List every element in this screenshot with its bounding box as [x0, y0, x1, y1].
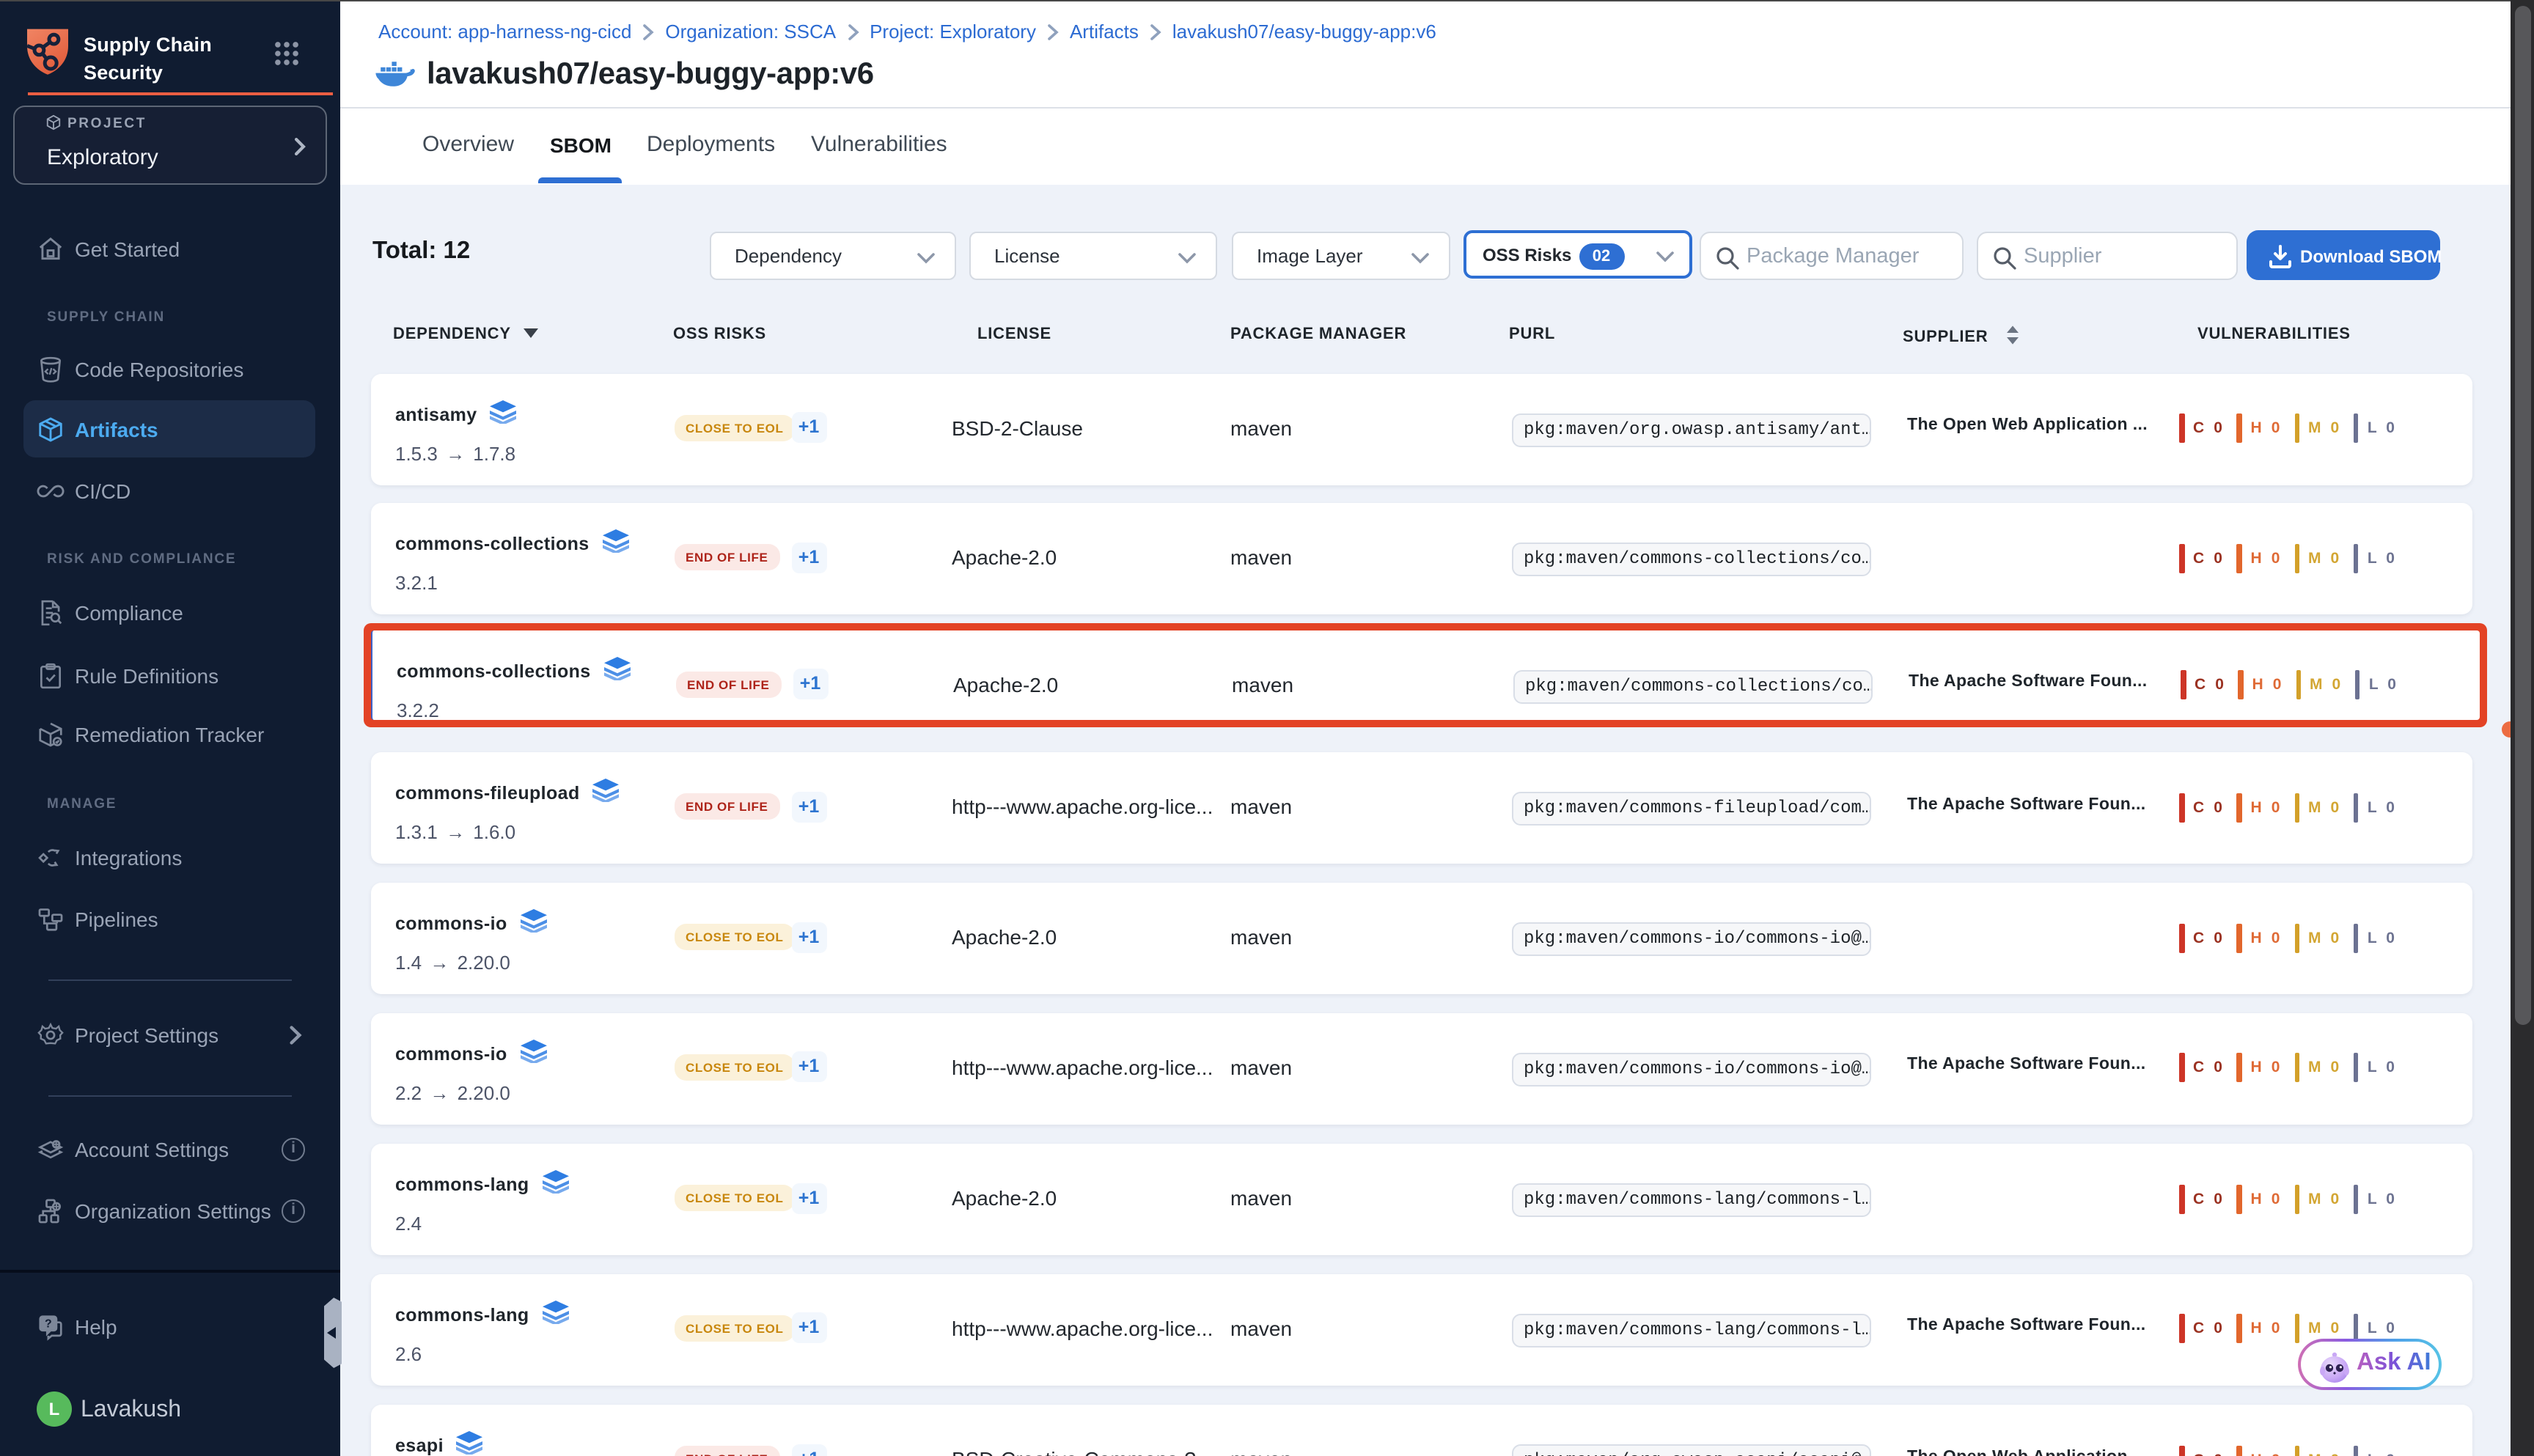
svg-text:?: ? [45, 1318, 52, 1331]
